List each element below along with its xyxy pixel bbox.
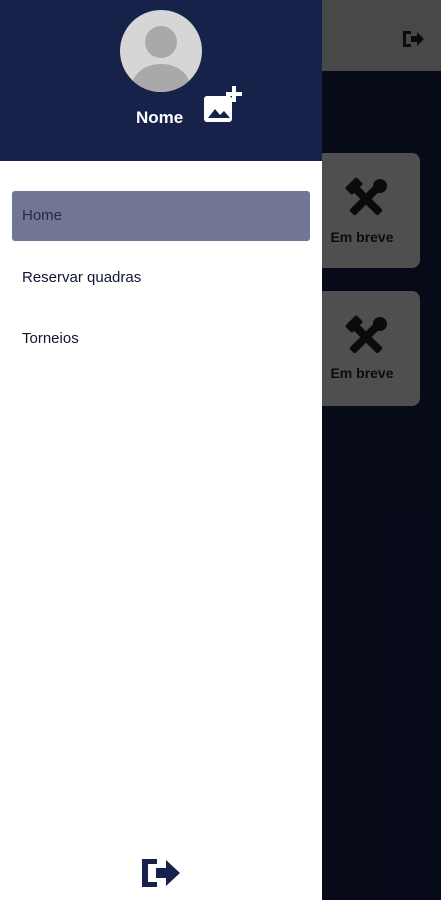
menu-item-reservar-quadras[interactable]: Reservar quadras [12, 253, 310, 303]
menu-item-home[interactable]: Home [12, 191, 310, 241]
add-photo-icon[interactable] [202, 86, 242, 126]
menu-item-label: Torneios [22, 330, 79, 347]
navigation-drawer: Nome Home Reservar quadras Torneios [0, 0, 322, 900]
menu-item-label: Home [22, 207, 63, 224]
menu-item-label: Reservar quadras [22, 269, 142, 286]
menu-item-torneios[interactable]: Torneios [12, 314, 310, 364]
user-name: Nome [136, 108, 184, 127]
drawer-scrim[interactable] [322, 0, 441, 900]
person-placeholder-icon [130, 26, 192, 92]
drawer-header: Nome [0, 0, 322, 161]
avatar[interactable] [120, 10, 202, 92]
logout-icon[interactable] [140, 855, 182, 891]
